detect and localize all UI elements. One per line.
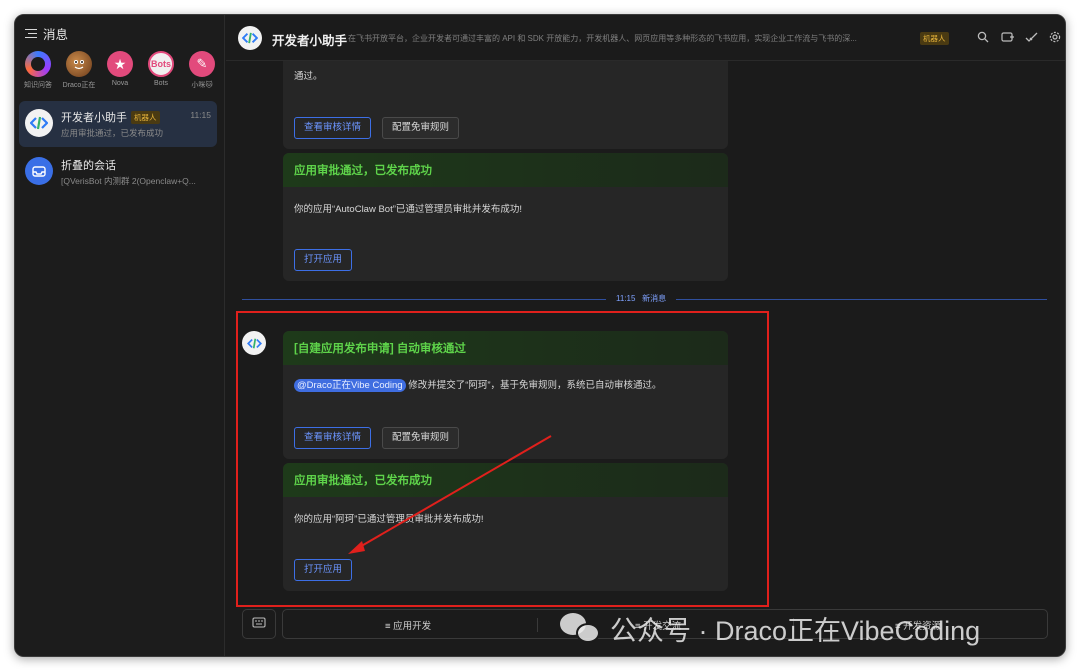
code-icon [30,116,48,130]
chat-title: 开发者小助手 [272,34,348,48]
gear-icon[interactable] [1048,31,1062,45]
inbox-icon [25,157,53,185]
dev-assistant-avatar [25,109,53,137]
code-icon [242,32,258,44]
chat-description: 在飞书开放平台，企业开发者可通过丰富的 API 和 SDK 开放能力，开发机器人… [348,34,857,43]
quick-label: Nova [111,80,129,87]
robot-badge: 机器人 [131,110,160,124]
menu-app-dev[interactable]: ≡ 应用开发 [385,618,431,632]
dev-assistant-logo [238,26,262,50]
search-icon[interactable] [976,31,990,45]
conversation-item-folded[interactable]: 折叠的会话 [QVerisBot 内测群 2(Openclaw+Q... [19,149,217,195]
new-message-label: 11:15 新消息 [606,293,677,304]
divider-time: 11:15 [616,294,636,303]
quick-item-xiaomi[interactable]: ✎ 小咪🐱 [185,51,219,90]
star-icon: ★ [107,51,133,77]
quick-item-nova[interactable]: ★ Nova [103,51,137,90]
wechat-icon [560,611,602,645]
conversation-title: 开发者小助手 [61,112,127,124]
quick-label: 小咪🐱 [191,82,213,89]
view-review-detail-button[interactable]: 查看审核详情 [294,117,372,139]
app-window: 消息 知识问答 Draco正在 ★ Nova Bots Bots ✎ 小咪🐱 开… [14,14,1066,657]
quick-item-draco[interactable]: Draco正在 [62,51,96,90]
divider-text: 新消息 [642,294,667,303]
open-app-button[interactable]: 打开应用 [294,249,353,271]
card-text: 通过。 [294,71,323,82]
chat-panel: 开发者小助手 在飞书开放平台，企业开发者可通过丰富的 API 和 SDK 开放能… [226,15,1065,656]
qa-avatar [25,51,51,77]
watermark: 公众号 · Draco正在VibeCoding [560,608,980,648]
quick-label: 知识问答 [24,82,52,89]
watermark-text: 公众号 · Draco正在VibeCoding [610,615,981,646]
quick-label: Bots [153,80,168,87]
conversation-item-dev-assistant[interactable]: 开发者小助手 机器人 应用审批通过，已发布成功 11:15 [19,101,217,147]
card-body: 你的应用“AutoClaw Bot”已通过管理员审批并发布成功! [294,204,523,215]
sidebar: 消息 知识问答 Draco正在 ★ Nova Bots Bots ✎ 小咪🐱 开… [15,15,225,656]
configure-exempt-rules-button[interactable]: 配置免审规则 [382,117,460,139]
check-icon[interactable] [1024,31,1038,45]
sidebar-title: 消息 [43,28,69,42]
conversation-preview: 应用审批通过，已发布成功 [61,128,164,138]
conversation-preview: [QVerisBot 内测群 2(Openclaw+Q... [61,176,196,186]
conversation-name: 开发者小助手 机器人 [61,109,160,125]
quick-item-bots[interactable]: Bots Bots [144,51,178,90]
sidebar-header[interactable]: 消息 [25,24,68,43]
add-icon[interactable] [1000,31,1014,45]
keyboard-icon[interactable] [242,609,276,639]
conversation-title: 折叠的会话 [61,160,116,172]
chat-header: 开发者小助手 在飞书开放平台，企业开发者可通过丰富的 API 和 SDK 开放能… [226,15,1065,61]
message-card-published-1: 应用审批通过，已发布成功 你的应用“AutoClaw Bot”已通过管理员审批并… [283,153,728,281]
wrench-icon: ✎ [189,51,215,77]
menu-divider [537,618,538,632]
menu-icon[interactable] [25,28,37,39]
quick-item-qa[interactable]: 知识问答 [21,51,55,90]
conversation-time: 11:15 [190,110,211,120]
quick-label: Draco正在 [62,82,96,89]
card-title: 应用审批通过，已发布成功 [283,153,728,187]
robot-badge: 机器人 [920,32,949,45]
conversation-name: 折叠的会话 [61,157,116,173]
draco-avatar [66,51,92,77]
bots-avatar: Bots [148,51,174,77]
message-card-previous: 通过。 查看审核详情 配置免审规则 [283,61,728,149]
highlight-box [236,311,769,607]
quick-access-row: 知识问答 Draco正在 ★ Nova Bots Bots ✎ 小咪🐱 [21,51,219,90]
